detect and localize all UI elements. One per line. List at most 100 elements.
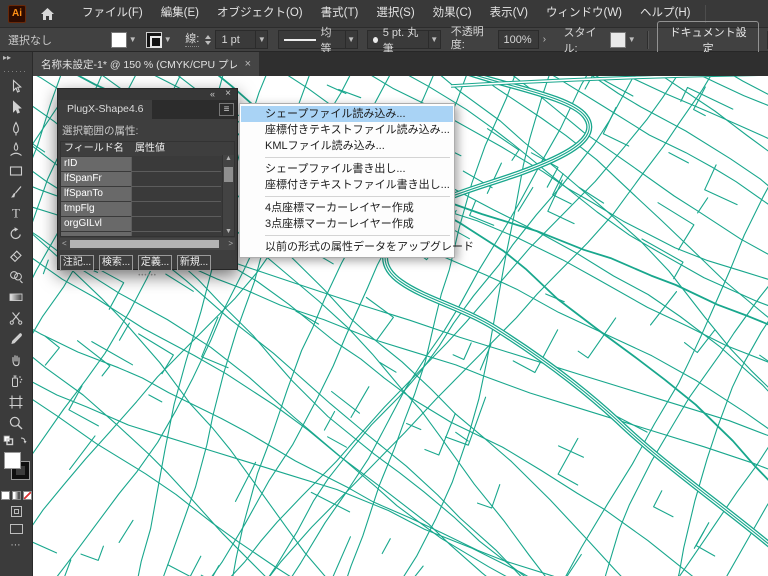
toolbar-grip[interactable]: ······: [3, 66, 27, 76]
define-button[interactable]: 定義...: [138, 255, 172, 271]
document-tab[interactable]: 名称未設定-1* @ 150 % (CMYK/CPU プレビュー) ×: [33, 52, 259, 76]
symbol-sprayer-tool[interactable]: [0, 370, 33, 391]
chevron-down-icon[interactable]: ▼: [626, 35, 637, 44]
gradient-button[interactable]: [11, 491, 21, 500]
menu-item-import-shapefile[interactable]: シェープファイル読み込み...: [241, 106, 453, 122]
table-row[interactable]: orgGILvl: [61, 217, 221, 232]
opacity-label[interactable]: 不透明度:: [450, 26, 494, 53]
field-name-cell[interactable]: lfSpanFr: [61, 172, 131, 187]
expand-toolbar-icon[interactable]: ▸▸: [3, 54, 32, 62]
edit-toolbar-ellipsis[interactable]: ⋯: [11, 540, 22, 551]
table-row[interactable]: tmpFlg: [61, 202, 221, 217]
none-button[interactable]: [22, 491, 32, 500]
menu-item-import-coord-text[interactable]: 座標付きテキストファイル読み込み...: [241, 122, 453, 138]
style-swatch[interactable]: [610, 31, 627, 48]
document-title: 名称未設定-1* @ 150 % (CMYK/CPU プレビュー): [41, 58, 237, 71]
scroll-down-icon[interactable]: ▼: [225, 228, 232, 235]
chevron-down-icon[interactable]: ▼: [162, 35, 173, 44]
scroll-right-icon[interactable]: >: [228, 239, 233, 248]
chevron-down-icon: ▼: [347, 35, 356, 44]
shape-builder-tool[interactable]: [0, 265, 33, 286]
table-row[interactable]: lfSpanTo: [61, 187, 221, 202]
hand-tool[interactable]: [0, 349, 33, 370]
default-and-swap-swatches[interactable]: [0, 435, 33, 449]
menu-item-import-kml[interactable]: KMLファイル読み込み...: [241, 138, 453, 154]
menu-view[interactable]: 表示(V): [481, 0, 537, 27]
vertical-scrollbar[interactable]: ▲ ▼: [222, 155, 234, 236]
panel-tab-title[interactable]: PlugX-Shape4.6: [58, 100, 153, 119]
menu-item-export-coord-text[interactable]: 座標付きテキストファイル書き出し...: [241, 177, 453, 193]
gradient-tool[interactable]: [0, 286, 33, 307]
panel-titlebar[interactable]: « ×: [58, 89, 237, 100]
fill-control[interactable]: ▼: [111, 31, 138, 48]
field-name-cell[interactable]: tmpFlg: [61, 202, 131, 217]
field-value-cell[interactable]: [131, 187, 221, 202]
style-control[interactable]: ▼: [610, 31, 637, 48]
panel-flyout-menu-icon[interactable]: ≡: [219, 103, 234, 116]
zoom-tool[interactable]: [0, 412, 33, 433]
new-button[interactable]: 新規...: [177, 255, 211, 271]
menu-item-3pt-marker-layer[interactable]: 3点座標マーカーレイヤー作成: [241, 216, 453, 232]
pen-tool[interactable]: [0, 118, 33, 139]
menu-file[interactable]: ファイル(F): [73, 0, 152, 27]
field-name-cell[interactable]: orgGILvl: [61, 217, 131, 232]
table-row[interactable]: lfSpanFr: [61, 172, 221, 187]
field-name-cell[interactable]: rID: [61, 157, 131, 172]
menu-effect[interactable]: 効果(C): [424, 0, 481, 27]
field-value-cell[interactable]: [131, 157, 221, 172]
control-bar: 選択なし ▼ ▼ 線: 1 pt ▼ 均等 ▼ 5 pt. 丸筆 ▼ 不透明度:…: [0, 20, 768, 59]
collapse-panel-icon[interactable]: «: [210, 89, 215, 99]
toolbar-header[interactable]: ▸▸ ······: [0, 52, 33, 76]
field-value-cell[interactable]: [131, 217, 221, 232]
field-value-cell[interactable]: [131, 172, 221, 187]
close-panel-icon[interactable]: ×: [225, 89, 231, 99]
home-icon[interactable]: [40, 7, 55, 21]
drawing-mode-button[interactable]: [10, 506, 22, 517]
field-value-cell[interactable]: [131, 202, 221, 217]
scissors-tool[interactable]: [0, 307, 33, 328]
table-row-partial[interactable]: [61, 232, 221, 236]
panel-resize-grip[interactable]: ••••••: [58, 273, 237, 279]
attributes-table: フィールド名 属性値 rID lfSpanFr lfSpanTo tmpFlg: [60, 141, 235, 237]
table-row[interactable]: rID: [61, 157, 221, 172]
chevron-right-icon[interactable]: ›: [539, 34, 549, 45]
stroke-width-stepper[interactable]: [204, 34, 212, 45]
stroke-label[interactable]: 線:: [185, 33, 200, 47]
scroll-left-icon[interactable]: <: [62, 239, 67, 248]
rotate-tool[interactable]: [0, 223, 33, 244]
eyedropper-tool[interactable]: [0, 328, 33, 349]
fill-stroke-indicator[interactable]: [0, 451, 33, 487]
brush-dropdown[interactable]: 5 pt. 丸筆 ▼: [366, 27, 441, 55]
fill-color-swatch[interactable]: [3, 452, 21, 469]
horizontal-scrollbar[interactable]: < >: [60, 238, 235, 250]
rectangle-tool[interactable]: [0, 160, 33, 181]
stroke-width-dropdown[interactable]: 1 pt ▼: [215, 30, 269, 49]
search-button[interactable]: 検索...: [99, 255, 133, 271]
stroke-swatch[interactable]: [146, 31, 163, 48]
direct-selection-tool[interactable]: [0, 97, 33, 118]
paintbrush-tool[interactable]: [0, 181, 33, 202]
menu-item-4pt-marker-layer[interactable]: 4点座標マーカーレイヤー作成: [241, 200, 453, 216]
close-tab-icon[interactable]: ×: [245, 58, 251, 70]
chevron-down-icon[interactable]: ▼: [127, 35, 138, 44]
illustrator-app-icon[interactable]: Ai: [8, 4, 26, 23]
menu-item-upgrade-attributes[interactable]: 以前の形式の属性データをアップグレード: [241, 239, 474, 255]
stroke-color-control[interactable]: ▼: [146, 31, 173, 48]
width-profile-dropdown[interactable]: 均等 ▼: [278, 27, 358, 55]
scroll-up-icon[interactable]: ▲: [225, 155, 232, 162]
fill-swatch[interactable]: [111, 31, 128, 48]
menu-item-export-shapefile[interactable]: シェープファイル書き出し...: [241, 161, 453, 177]
menu-edit[interactable]: 編集(E): [152, 0, 208, 27]
horizontal-scroll-thumb[interactable]: [70, 240, 219, 248]
color-button[interactable]: [0, 491, 10, 500]
type-tool[interactable]: T: [0, 202, 33, 223]
eraser-tool[interactable]: [0, 244, 33, 265]
field-name-cell[interactable]: lfSpanTo: [61, 187, 131, 202]
annotation-button[interactable]: 注記...: [60, 255, 94, 271]
vertical-scroll-thumb[interactable]: [224, 167, 233, 182]
opacity-field[interactable]: 100%: [497, 30, 540, 49]
screen-mode-button[interactable]: [9, 524, 23, 534]
artboard-tool[interactable]: [0, 391, 33, 412]
selection-tool[interactable]: [0, 76, 33, 97]
curvature-tool[interactable]: [0, 139, 33, 160]
